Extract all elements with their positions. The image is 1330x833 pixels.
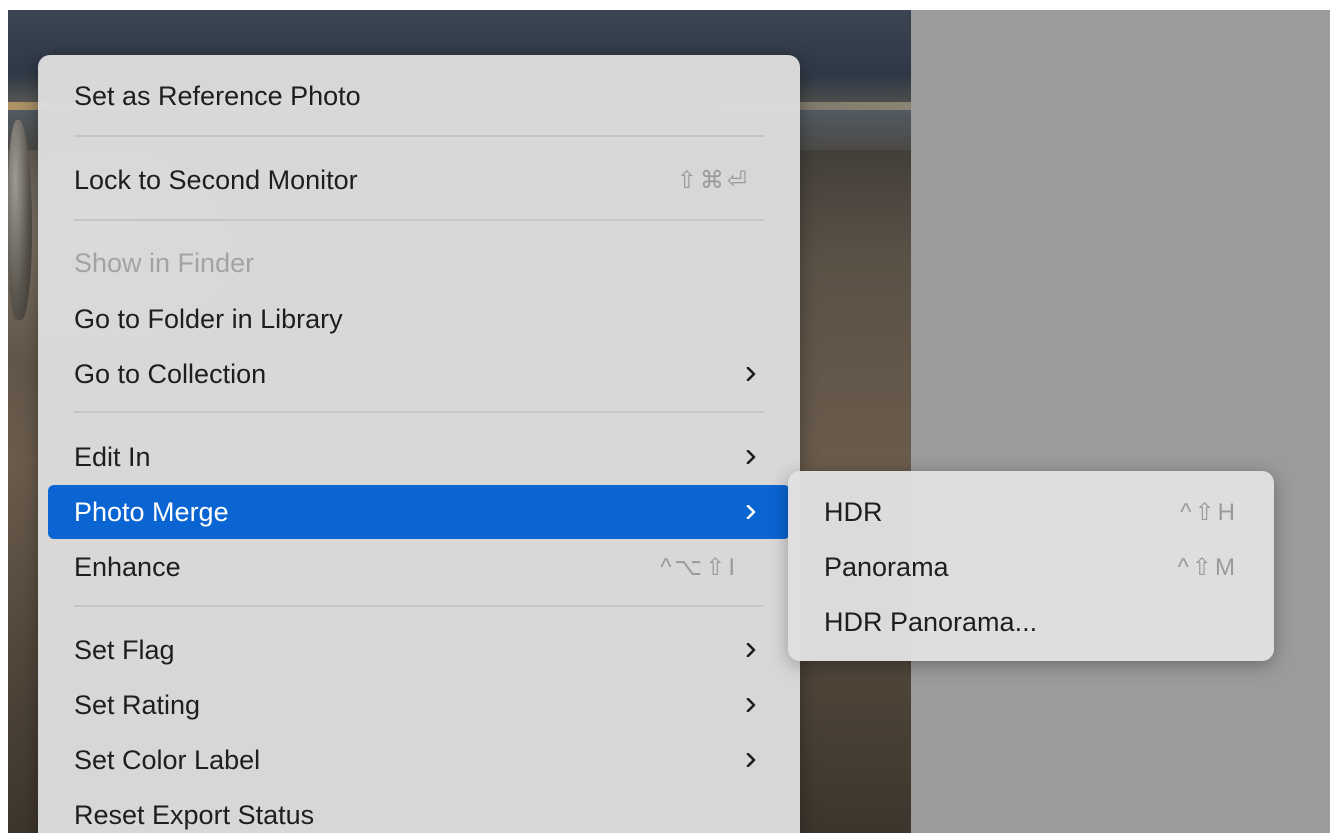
menu-item-label: Set as Reference Photo <box>74 80 361 111</box>
chevron-right-icon <box>744 643 758 657</box>
menu-item-set-rating[interactable]: Set Rating <box>48 678 790 732</box>
menu-item-label: Photo Merge <box>74 496 229 527</box>
context-menu: Set as Reference Photo Lock to Second Mo… <box>38 55 800 833</box>
menu-item-label: HDR <box>824 496 883 527</box>
chevron-right-icon <box>744 505 758 519</box>
keyboard-shortcut: ⇧⌘⏎ <box>676 166 750 194</box>
menu-item-label: Go to Folder in Library <box>74 303 343 334</box>
menu-item-edit-in[interactable]: Edit In <box>48 430 790 484</box>
menu-item-lock-second-monitor[interactable]: Lock to Second Monitor ⇧⌘⏎ <box>48 153 790 207</box>
menu-item-photo-merge[interactable]: Photo Merge <box>48 485 790 539</box>
menu-item-label: Set Rating <box>74 689 201 720</box>
chevron-right-icon <box>744 367 758 381</box>
photo-rock <box>8 120 32 320</box>
submenu-item-hdr[interactable]: HDR ^⇧H <box>798 485 1264 539</box>
menu-item-label: Panorama <box>824 551 949 582</box>
submenu-item-hdr-panorama[interactable]: HDR Panorama... <box>798 595 1264 649</box>
chevron-right-icon <box>744 753 758 767</box>
submenu-item-panorama[interactable]: Panorama ^⇧M <box>798 540 1264 594</box>
menu-item-label: HDR Panorama... <box>824 606 1038 637</box>
keyboard-shortcut: ^⇧H <box>1180 498 1238 526</box>
menu-item-go-to-collection[interactable]: Go to Collection <box>48 347 790 401</box>
menu-item-set-reference-photo[interactable]: Set as Reference Photo <box>48 69 790 123</box>
menu-item-label: Edit In <box>74 441 151 472</box>
menu-item-label: Set Color Label <box>74 744 261 775</box>
chevron-right-icon <box>744 450 758 464</box>
menu-item-label: Show in Finder <box>74 247 255 278</box>
menu-item-set-color-label[interactable]: Set Color Label <box>48 733 790 787</box>
menu-separator <box>74 219 764 221</box>
keyboard-shortcut: ^⌥⇧I <box>660 553 738 581</box>
chevron-right-icon <box>744 698 758 712</box>
photo-merge-submenu: HDR ^⇧H Panorama ^⇧M HDR Panorama... <box>788 471 1274 661</box>
menu-item-reset-export-status[interactable]: Reset Export Status <box>48 788 790 833</box>
menu-item-label: Go to Collection <box>74 358 267 389</box>
menu-item-label: Lock to Second Monitor <box>74 164 358 195</box>
menu-item-label: Enhance <box>74 551 181 582</box>
menu-item-label: Set Flag <box>74 634 175 665</box>
workspace-background <box>911 10 1330 833</box>
menu-separator <box>74 605 764 607</box>
menu-separator <box>74 411 764 413</box>
menu-item-go-to-folder[interactable]: Go to Folder in Library <box>48 292 790 346</box>
menu-item-show-in-finder: Show in Finder <box>48 236 790 290</box>
keyboard-shortcut: ^⇧M <box>1177 553 1238 581</box>
menu-item-enhance[interactable]: Enhance ^⌥⇧I <box>48 540 790 594</box>
menu-item-label: Reset Export Status <box>74 799 315 830</box>
menu-separator <box>74 135 764 137</box>
menu-item-set-flag[interactable]: Set Flag <box>48 623 790 677</box>
